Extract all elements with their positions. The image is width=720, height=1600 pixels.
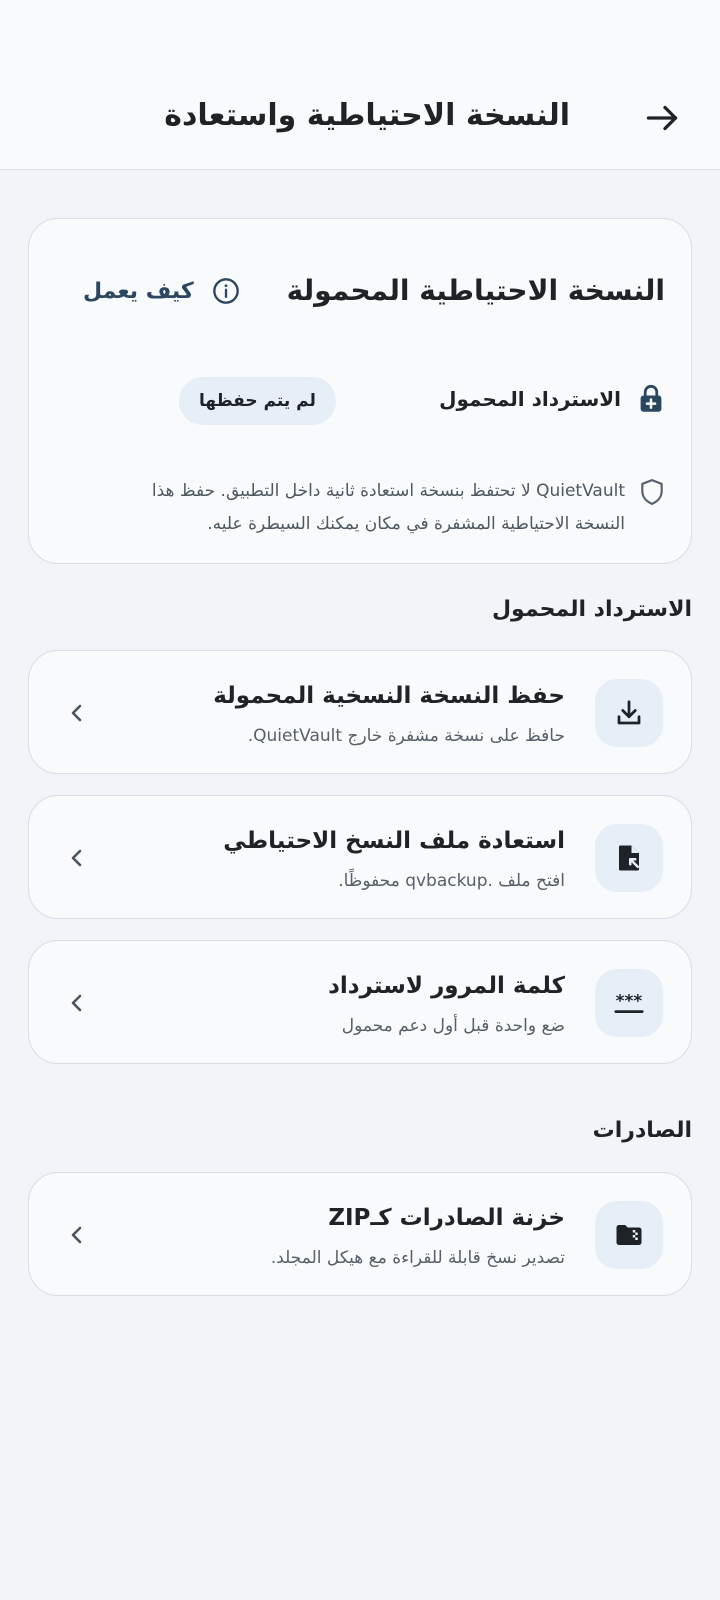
how-it-works-label: كيف يعمل <box>83 278 194 304</box>
card-title: النسخة الاحتياطية المحمولة <box>286 274 665 307</box>
chevron-icon <box>59 840 95 876</box>
recovery-status-row: الاسترداد المحمول <box>439 379 665 419</box>
action-subtitle: افتح ملف .qvbackup محفوظًا. <box>338 871 565 891</box>
chevron-icon <box>59 1217 95 1253</box>
password-icon: *** <box>614 992 644 1013</box>
section-title-exports: الصادرات <box>592 1118 692 1143</box>
portable-backup-card: النسخة الاحتياطية المحمولة كيف يعمل الاس… <box>28 218 692 564</box>
action-title: استعادة ملف النسخ الاحتياطي <box>223 828 565 854</box>
action-icon-wrap: *** <box>595 969 663 1037</box>
page-title: النسخة الاحتياطية واستعادة <box>164 98 570 133</box>
action-icon-wrap <box>595 679 663 747</box>
restore-backup-file-button[interactable]: استعادة ملف النسخ الاحتياطي افتح ملف .qv… <box>28 795 692 919</box>
action-title: حفظ النسخة النسخية المحمولة <box>213 683 565 709</box>
svg-text:***: *** <box>616 992 643 1012</box>
chevron-icon <box>59 695 95 731</box>
export-vault-zip-button[interactable]: خزنة الصادرات كـZIP تصدير نسخ قابلة للقر… <box>28 1172 692 1296</box>
note-text: QuietVault لا تحتفظ بنسخة استعادة ثانية … <box>151 481 625 534</box>
folder-zip-icon <box>616 1225 642 1245</box>
lock-add-icon <box>640 384 662 412</box>
action-icon-wrap <box>595 824 663 892</box>
arrow-back-icon <box>646 105 678 131</box>
action-subtitle: تصدير نسخ قابلة للقراءة مع هيكل المجلد. <box>270 1248 565 1268</box>
app-bar: النسخة الاحتياطية واستعادة <box>0 0 720 170</box>
action-title: كلمة المرور لاسترداد <box>328 973 565 999</box>
action-icon-wrap <box>595 1201 663 1269</box>
action-subtitle: ضع واحدة قبل أول دعم محمول <box>341 1016 565 1036</box>
action-subtitle: حافظ على نسخة مشفرة خارج QuietVault. <box>247 726 565 746</box>
shield-icon <box>641 479 663 505</box>
security-note: QuietVault لا تحتفظ بنسخة استعادة ثانية … <box>105 475 665 541</box>
status-badge: لم يتم حفظها <box>179 377 336 425</box>
back-button[interactable] <box>636 92 688 144</box>
action-title: خزنة الصادرات كـZIP <box>328 1205 565 1231</box>
file-restore-icon <box>619 845 639 871</box>
info-icon <box>212 278 239 304</box>
recovery-label: الاسترداد المحمول <box>439 387 621 411</box>
save-portable-backup-button[interactable]: حفظ النسخة النسخية المحمولة حافظ على نسخ… <box>28 650 692 774</box>
section-title-portable-recovery: الاسترداد المحمول <box>491 597 692 622</box>
how-it-works-link[interactable]: كيف يعمل <box>83 271 240 311</box>
chevron-icon <box>59 985 95 1021</box>
recovery-password-button[interactable]: *** كلمة المرور لاسترداد ضع واحدة قبل أو… <box>28 940 692 1064</box>
download-icon <box>617 700 641 725</box>
